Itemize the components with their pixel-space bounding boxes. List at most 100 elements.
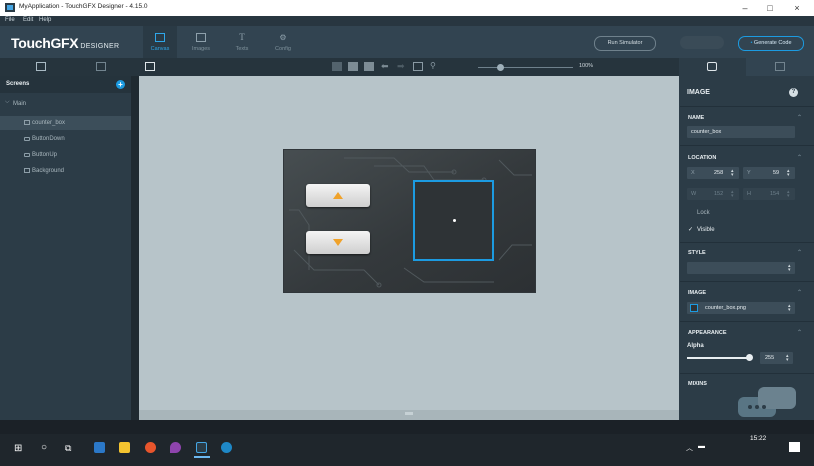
image-select-arrows: ▴ ▾ [788, 303, 791, 313]
menu-file[interactable]: File [5, 17, 15, 23]
tree-item-buttondown[interactable]: ButtonDown [0, 132, 131, 146]
alpha-value: 255 [765, 355, 775, 361]
windows-start-icon[interactable]: ⊞ [14, 443, 22, 454]
taskbar-clock[interactable]: 15:22 [750, 435, 766, 442]
tab-images[interactable]: Images [184, 26, 218, 58]
search-icon[interactable]: ○ [41, 442, 47, 453]
name-field[interactable]: counter_box [687, 126, 795, 138]
tree-item-background[interactable]: Background [0, 164, 131, 178]
task-view-icon[interactable]: ⧉ [65, 443, 71, 454]
h-stepper: ▴ ▾ [787, 189, 790, 199]
alpha-stepper[interactable]: ▴ ▾ [786, 354, 791, 363]
canvas-scroll-handle[interactable] [405, 412, 413, 415]
section-divider [680, 373, 814, 374]
tab-interactions[interactable] [746, 58, 814, 76]
screens-title: Screens [6, 81, 30, 87]
screen-preview-background[interactable] [284, 150, 535, 292]
alpha-slider-track[interactable] [687, 357, 749, 359]
name-section-header[interactable]: NAME ⌃ [680, 111, 814, 125]
button-up[interactable] [306, 184, 370, 207]
tab-texts-label: Texts [235, 46, 249, 52]
x-stepper[interactable]: ▴ ▾ [731, 169, 736, 178]
chevron-up-icon: ⌃ [796, 115, 802, 121]
run-simulator-button[interactable]: Run Simulator [594, 36, 656, 51]
close-button[interactable]: × [787, 2, 807, 14]
generate-code-label: Generate Code [753, 40, 792, 46]
logo-subtext: DESIGNER [80, 43, 120, 50]
screen-list-icon[interactable] [96, 62, 106, 71]
alpha-value-field[interactable]: 255 ▴ ▾ [760, 352, 793, 364]
panel-divider[interactable] [131, 76, 139, 420]
tree-item-buttonup[interactable]: ButtonUp [0, 148, 131, 162]
image-thumbnail [690, 304, 698, 312]
zoom-icon[interactable]: ⚲ [430, 61, 436, 70]
menu-edit[interactable]: Edit [23, 17, 33, 23]
tray-chevron-icon[interactable]: ︿ [686, 443, 693, 453]
tab-config[interactable]: ⚙ Config [266, 26, 300, 58]
image-widget-icon [24, 168, 30, 173]
image-section-label: IMAGE [688, 290, 707, 296]
file-explorer-icon[interactable] [119, 442, 130, 453]
tab-properties[interactable] [679, 58, 746, 76]
visible-checkbox[interactable]: ✓ [688, 226, 693, 233]
network-icon[interactable]: ▬ [698, 443, 705, 450]
interactions-icon [775, 62, 785, 71]
y-value: 59 [773, 170, 780, 176]
arrow-down-icon [333, 239, 343, 246]
h-field: H 154 ▴ ▾ [743, 188, 795, 200]
tree-item-label: ButtonDown [32, 136, 65, 142]
tab-config-label: Config [275, 46, 291, 52]
menu-help[interactable]: Help [39, 17, 51, 23]
generate-code-icon: • [750, 40, 753, 46]
align-icon[interactable] [332, 62, 342, 71]
image-select-value: counter_box.png [705, 305, 746, 311]
generate-code-button[interactable]: • Generate Code [738, 36, 804, 51]
touchgfx-taskbar-icon[interactable] [196, 442, 207, 453]
style-section-header[interactable]: STYLE ⌃ [680, 246, 814, 260]
x-field[interactable]: X 258 ▴ ▾ [687, 167, 739, 179]
fit-screen-icon[interactable] [413, 62, 423, 71]
alpha-slider-handle[interactable] [746, 354, 753, 361]
help-icon[interactable]: ? [789, 88, 798, 97]
lock-checkbox[interactable] [688, 210, 693, 215]
bring-front-icon[interactable] [348, 62, 358, 71]
y-stepper[interactable]: ▴ ▾ [787, 169, 792, 178]
chevron-up-icon: ⌃ [796, 250, 802, 256]
zoom-slider-handle[interactable] [497, 64, 504, 71]
maximize-button[interactable]: □ [760, 2, 780, 14]
canvas-bottom-bar [139, 410, 679, 420]
clock-time: 15:22 [750, 435, 767, 442]
config-icon: ⚙ [279, 33, 287, 42]
w-value: 152 [714, 191, 724, 197]
logo-text: TouchGFX [11, 35, 79, 51]
chrome-icon[interactable] [145, 442, 156, 453]
add-screen-button[interactable]: + [116, 80, 125, 89]
screen-name: Main [13, 101, 27, 107]
name-section-label: NAME [688, 115, 705, 121]
y-field[interactable]: Y 59 ▴ ▾ [743, 167, 795, 179]
image-select[interactable]: counter_box.png ▴ ▾ [687, 302, 795, 314]
taskbar-app-icon[interactable] [94, 442, 105, 453]
add-widget-icon[interactable] [145, 62, 155, 71]
redo-icon[interactable]: ➡ [397, 61, 405, 72]
screens-view-icon[interactable] [36, 62, 46, 71]
w-label: W [691, 191, 697, 197]
paint-app-icon[interactable] [170, 442, 181, 453]
tree-item-counter-box[interactable]: counter_box [0, 116, 131, 130]
tab-canvas[interactable]: Canvas [143, 26, 177, 58]
style-select[interactable]: ▴ ▾ [687, 262, 795, 274]
location-section-header[interactable]: LOCATION ⌃ [680, 151, 814, 165]
alpha-label: Alpha [687, 343, 704, 349]
button-down[interactable] [306, 231, 370, 254]
tab-texts[interactable]: T Texts [225, 26, 259, 58]
image-section-header[interactable]: IMAGE ⌃ [680, 286, 814, 300]
screen-item-main[interactable]: ⌵ Main [0, 97, 131, 111]
edge-icon[interactable] [221, 442, 232, 453]
chevron-up-icon: ⌃ [796, 290, 802, 296]
minimize-button[interactable]: – [735, 2, 755, 14]
zoom-slider-track[interactable] [478, 67, 573, 68]
undo-icon[interactable]: ⬅ [381, 61, 389, 72]
notification-icon[interactable] [789, 442, 800, 452]
send-back-icon[interactable] [364, 62, 374, 71]
appearance-section-header[interactable]: APPEARANCE ⌃ [680, 326, 814, 340]
